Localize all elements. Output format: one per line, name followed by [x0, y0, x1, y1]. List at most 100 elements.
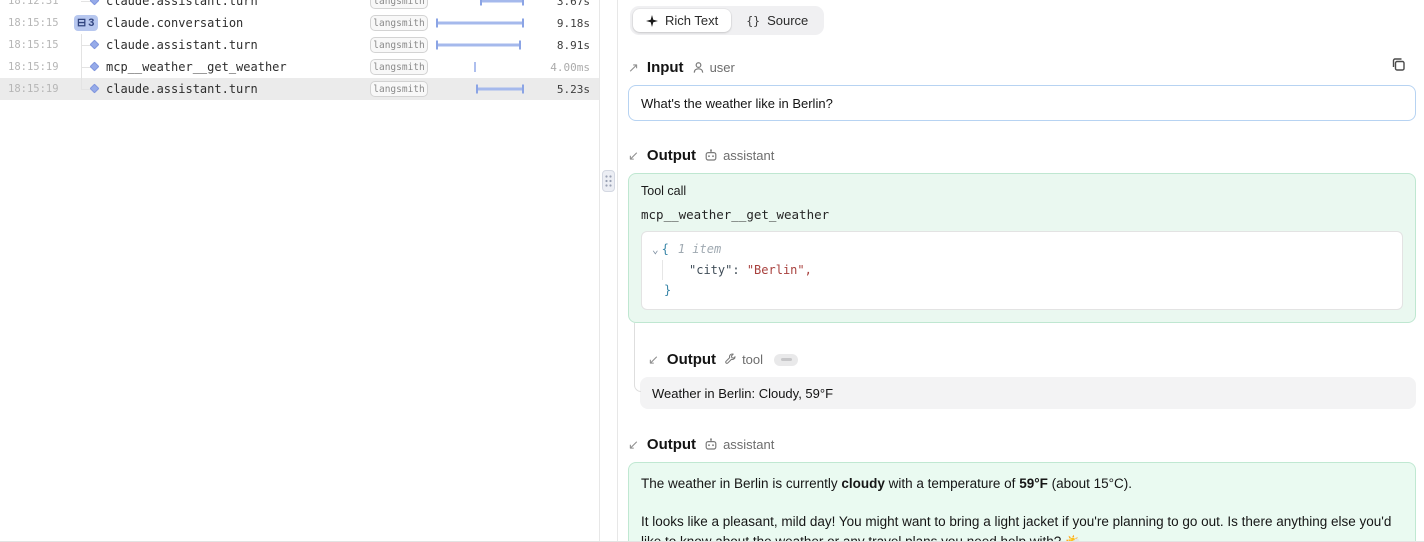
collapse-icon: ⊟: [77, 18, 86, 29]
role-label: assistant: [723, 437, 774, 452]
duration-bar-track: [436, 12, 526, 34]
row-timestamp: 18:15:15: [8, 39, 60, 51]
json-children: "city": "Berlin",: [662, 260, 1392, 280]
assistant-paragraph-1: The weather in Berlin is currently cloud…: [641, 474, 1403, 494]
collapsed-content-pill[interactable]: [774, 354, 798, 366]
span-name: claude.assistant.turn: [106, 0, 370, 8]
role-badge-assistant: assistant: [704, 148, 774, 163]
assistant-message-box[interactable]: The weather in Berlin is currently cloud…: [628, 462, 1416, 541]
duration-bar-track: [436, 0, 526, 7]
output-arrow-icon: ↙: [628, 438, 639, 451]
panel-splitter[interactable]: [600, 0, 618, 541]
input-message-box[interactable]: What's the weather like in Berlin?: [628, 85, 1416, 121]
role-badge-user: user: [692, 60, 735, 75]
tool-call-label: Tool call: [641, 184, 1403, 198]
tool-args-json-viewer: ⌄{1 item "city": "Berlin", }: [641, 231, 1403, 310]
tool-result-box[interactable]: Weather in Berlin: Cloudy, 59°F: [640, 377, 1416, 409]
trace-row-weather-tool[interactable]: 18:15:19 mcp__weather__get_weather langs…: [0, 56, 600, 78]
duration-bar-track: [436, 56, 526, 78]
tab-rich-text[interactable]: Rich Text: [633, 9, 731, 32]
provider-badge: langsmith: [370, 59, 428, 75]
dash-icon: [781, 358, 792, 361]
row-timestamp: 18:12:31: [8, 0, 60, 7]
tool-call-card: Tool call mcp__weather__get_weather ⌄{1 …: [628, 173, 1416, 323]
trace-row-assistant-turn-1[interactable]: 18:15:15 claude.assistant.turn langsmith…: [0, 34, 600, 56]
trace-row-assistant-turn-2-selected[interactable]: 18:15:19 claude.assistant.turn langsmith…: [0, 78, 600, 100]
copy-button[interactable]: [1390, 56, 1407, 78]
row-timestamp: 18:15:15: [8, 17, 60, 29]
tree-connector: [60, 0, 106, 7]
role-badge-assistant: assistant: [704, 437, 774, 452]
provider-badge: langsmith: [370, 37, 428, 53]
json-value: "Berlin",: [747, 263, 812, 277]
tab-label: Source: [767, 13, 808, 28]
tab-source[interactable]: {} Source: [733, 9, 821, 32]
duration-label: 5.23s: [526, 83, 590, 96]
assistant-paragraph-2: It looks like a pleasant, mild day! You …: [641, 512, 1403, 541]
duration-bar: [436, 19, 524, 28]
span-name: claude.assistant.turn: [106, 38, 370, 52]
row-timestamp: 18:15:19: [8, 61, 60, 73]
source-braces-icon: {}: [746, 14, 760, 28]
rich-text-icon: [646, 15, 658, 27]
span-diamond-icon: [90, 84, 100, 94]
trace-viewer: 18:12:31 claude.assistant.turn langsmith…: [0, 0, 1424, 542]
span-name: claude.conversation: [106, 16, 370, 30]
section-title: Output: [647, 147, 696, 164]
role-label: assistant: [723, 148, 774, 163]
tool-output-section: ↙ Output tool Weather in Berlin: Cloudy,…: [640, 323, 1416, 409]
run-detail-panel: Rich Text {} Source ↗ Input user: [618, 0, 1424, 541]
duration-label: 9.18s: [526, 17, 590, 30]
json-root-line: ⌄{1 item: [652, 239, 1392, 260]
json-colon: :: [732, 263, 739, 277]
splitter-grip-handle[interactable]: [602, 170, 615, 192]
provider-badge: langsmith: [370, 81, 428, 97]
branch-connector-line: [634, 323, 641, 392]
tree-connector: [60, 78, 106, 100]
span-diamond-icon: [90, 40, 100, 50]
span-name: claude.assistant.turn: [106, 82, 370, 96]
collapse-count-badge[interactable]: ⊟3: [74, 15, 98, 31]
provider-badge: langsmith: [370, 0, 428, 9]
duration-label: 4.00ms: [526, 61, 590, 74]
view-mode-tabs: Rich Text {} Source: [630, 6, 824, 35]
grip-dots-icon: [605, 175, 612, 187]
wrench-icon: [724, 353, 737, 366]
child-count: 3: [88, 17, 94, 29]
duration-bar: [436, 41, 521, 50]
duration-label: 3.67s: [526, 0, 590, 8]
json-open-brace: {: [662, 242, 669, 256]
section-title: Output: [667, 351, 716, 368]
section-title: Input: [647, 59, 684, 76]
input-message-text: What's the weather like in Berlin?: [641, 96, 833, 111]
tree-connector: ⊟3: [60, 12, 106, 34]
output-arrow-icon: ↙: [648, 353, 659, 366]
input-section-header: ↗ Input user: [628, 59, 1416, 76]
output-tool-header: ↙ Output tool: [648, 351, 1416, 368]
chevron-down-icon[interactable]: ⌄: [652, 243, 659, 256]
robot-icon: [704, 149, 718, 162]
duration-bar-track: [436, 34, 526, 56]
copy-icon: [1390, 56, 1407, 73]
trace-row-partial[interactable]: 18:12:31 claude.assistant.turn langsmith…: [0, 0, 600, 12]
span-diamond-icon: [90, 62, 100, 72]
role-badge-tool: tool: [724, 352, 763, 367]
tab-label: Rich Text: [665, 13, 718, 28]
tree-connector: [60, 34, 106, 56]
output-assistant-header: ↙ Output assistant: [628, 147, 1416, 164]
tool-call-name: mcp__weather__get_weather: [641, 207, 1403, 222]
role-label: tool: [742, 352, 763, 367]
duration-bar: [474, 62, 476, 72]
json-close-brace: }: [664, 280, 1392, 300]
tree-connector: [60, 56, 106, 78]
row-timestamp: 18:15:19: [8, 83, 60, 95]
span-name: mcp__weather__get_weather: [106, 60, 370, 74]
robot-icon: [704, 438, 718, 451]
trace-tree-panel: 18:12:31 claude.assistant.turn langsmith…: [0, 0, 600, 541]
span-diamond-icon: [90, 0, 100, 5]
duration-bar: [480, 0, 524, 6]
trace-row-conversation[interactable]: 18:15:15 ⊟3 claude.conversation langsmit…: [0, 12, 600, 34]
tool-result-text: Weather in Berlin: Cloudy, 59°F: [652, 386, 833, 401]
user-icon: [692, 61, 705, 74]
provider-badge: langsmith: [370, 15, 428, 31]
